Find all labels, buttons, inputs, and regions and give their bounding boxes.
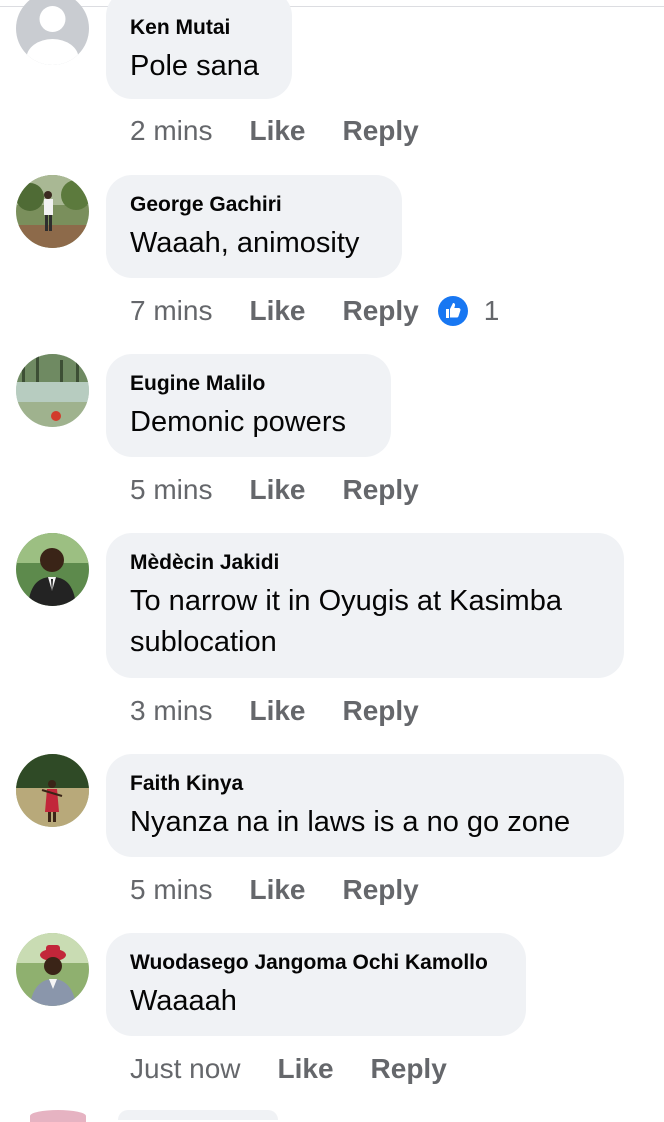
top-divider (0, 0, 664, 7)
comment-time[interactable]: 2 mins (130, 115, 212, 147)
comment-text: Waaah, animosity (130, 227, 360, 259)
like-button[interactable]: Like (249, 874, 305, 906)
reply-button[interactable]: Reply (343, 874, 419, 906)
comment-time[interactable]: 7 mins (130, 295, 212, 327)
like-button[interactable]: Like (249, 474, 305, 506)
reply-button[interactable]: Reply (343, 295, 419, 327)
comment-actions: Just now Like Reply (130, 1049, 447, 1089)
comment-bubble (118, 1110, 278, 1120)
comment-author[interactable]: Mèdècin Jakidi (130, 551, 600, 575)
comment-time[interactable]: 5 mins (130, 474, 212, 506)
avatar[interactable] (16, 933, 89, 1006)
reply-button[interactable]: Reply (343, 474, 419, 506)
comment-text: Pole sana (130, 50, 259, 82)
comment-author[interactable]: Faith Kinya (130, 772, 600, 796)
comment-text: To narrow it in Oyugis at Kasimba subloc… (130, 585, 562, 658)
avatar[interactable] (16, 754, 89, 827)
comment-author[interactable]: Eugine Malilo (130, 372, 367, 396)
comment-actions: 5 mins Like Reply (130, 470, 419, 510)
comment-author[interactable]: George Gachiri (130, 193, 378, 217)
comment-time[interactable]: 3 mins (130, 695, 212, 727)
thumbs-up-icon[interactable] (437, 296, 468, 326)
comment-bubble: Eugine Malilo Demonic powers (106, 354, 391, 457)
like-button[interactable]: Like (249, 115, 305, 147)
reply-button[interactable]: Reply (343, 115, 419, 147)
comment-author[interactable]: Ken Mutai (130, 16, 268, 40)
avatar[interactable] (30, 1110, 86, 1122)
comment-time[interactable]: Just now (130, 1053, 241, 1085)
comment-text: Demonic powers (130, 406, 346, 438)
comment-bubble: Faith Kinya Nyanza na in laws is a no go… (106, 754, 624, 857)
comment-actions: 3 mins Like Reply (130, 691, 419, 731)
comment-author[interactable]: Wuodasego Jangoma Ochi Kamollo (130, 951, 502, 975)
comment-text: Waaaah (130, 985, 237, 1017)
comment-actions: 7 mins Like Reply 1 (130, 291, 499, 331)
like-button[interactable]: Like (249, 695, 305, 727)
reply-button[interactable]: Reply (343, 695, 419, 727)
avatar[interactable] (16, 354, 89, 427)
comment-actions: 5 mins Like Reply (130, 870, 419, 910)
reaction-count[interactable]: 1 (484, 295, 500, 327)
avatar[interactable] (16, 533, 89, 606)
like-button[interactable]: Like (249, 295, 305, 327)
avatar[interactable] (16, 0, 89, 65)
like-button[interactable]: Like (278, 1053, 334, 1085)
comment-bubble: Mèdècin Jakidi To narrow it in Oyugis at… (106, 533, 624, 678)
reply-button[interactable]: Reply (371, 1053, 447, 1085)
comment-bubble: Ken Mutai Pole sana (106, 0, 292, 99)
comment-bubble: George Gachiri Waaah, animosity (106, 175, 402, 278)
comment-text: Nyanza na in laws is a no go zone (130, 806, 571, 838)
avatar[interactable] (16, 175, 89, 248)
comment-actions: 2 mins Like Reply (130, 111, 419, 151)
comment-bubble: Wuodasego Jangoma Ochi Kamollo Waaaah (106, 933, 526, 1036)
comment-time[interactable]: 5 mins (130, 874, 212, 906)
